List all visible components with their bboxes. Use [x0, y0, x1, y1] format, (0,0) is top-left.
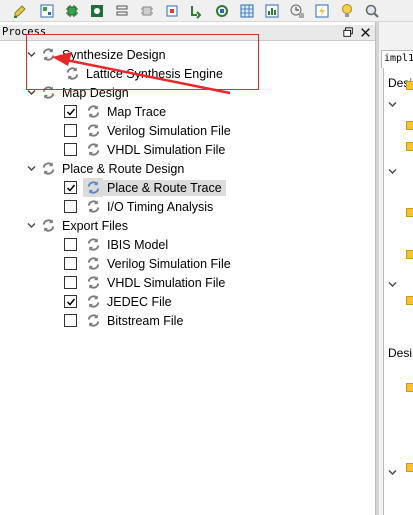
folder-icon [406, 81, 413, 90]
chevron-down-icon[interactable] [24, 159, 38, 178]
folder-icon [406, 383, 413, 392]
tree-item[interactable]: Verilog Simulation File [64, 254, 231, 273]
process-tree: Synthesize Design Lattice Synthesis Engi… [0, 42, 375, 515]
sync-icon [83, 292, 103, 311]
right-panel: impl1 Desig Desi [379, 22, 413, 515]
checkbox-unchecked[interactable] [64, 143, 77, 156]
chevron-down-icon[interactable] [388, 98, 400, 110]
tree-group-label: Place & Route Design [62, 161, 185, 176]
tab-impl1[interactable]: impl1 [381, 50, 413, 68]
folder-icon [406, 142, 413, 151]
checkbox-unchecked[interactable] [64, 314, 77, 327]
tree-item-label: IBIS Model [107, 237, 169, 252]
checkbox-unchecked[interactable] [64, 238, 77, 251]
checkbox-unchecked[interactable] [64, 124, 77, 137]
close-icon[interactable] [359, 26, 372, 39]
sync-icon [83, 121, 103, 140]
sync-icon [83, 273, 103, 292]
section-head: Desi [388, 346, 413, 360]
right-panel-body: Desig Desi [383, 68, 413, 515]
float-window-icon[interactable] [342, 26, 355, 39]
chevron-down-icon[interactable] [24, 216, 38, 235]
cpu-gray-icon[interactable] [137, 1, 157, 20]
tree-item-label: Verilog Simulation File [107, 256, 231, 271]
annotation-box [26, 34, 259, 90]
chevron-down-icon[interactable] [388, 278, 400, 290]
chip-icon[interactable] [62, 1, 82, 20]
sync-icon [38, 159, 58, 178]
tree-item[interactable]: Verilog Simulation File [64, 121, 231, 140]
folder-icon [406, 250, 413, 259]
checkbox-unchecked[interactable] [64, 276, 77, 289]
tree-item-label: Place & Route Trace [103, 179, 226, 196]
sync-icon [83, 235, 103, 254]
tree-group-place-route[interactable]: Place & Route Design [24, 159, 184, 178]
tree-item-label: Bitstream File [107, 313, 184, 328]
folder-icon [406, 463, 413, 472]
tree-item[interactable]: Map Trace [64, 102, 166, 121]
tree-group-export[interactable]: Export Files [24, 216, 128, 235]
checkbox-checked[interactable] [64, 105, 77, 118]
checkbox-checked[interactable] [64, 295, 77, 308]
tree-item-label: I/O Timing Analysis [107, 199, 214, 214]
tree-item[interactable]: Bitstream File [64, 311, 183, 330]
chevron-down-icon[interactable] [388, 165, 400, 177]
sync-icon [83, 178, 103, 197]
chevron-down-icon[interactable] [388, 466, 400, 478]
bars-icon[interactable] [262, 1, 282, 20]
sync-icon [83, 197, 103, 216]
folder-icon [406, 208, 413, 217]
tree-group-label: Export Files [62, 218, 128, 233]
module-icon[interactable] [212, 1, 232, 20]
sync-icon [38, 216, 58, 235]
tree-item-label: Map Trace [107, 104, 167, 119]
list-icon[interactable] [112, 1, 132, 20]
inspect-icon[interactable] [87, 1, 107, 20]
bolt-icon[interactable] [312, 1, 332, 20]
chip-blue-icon[interactable] [162, 1, 182, 20]
grid-icon[interactable] [237, 1, 257, 20]
edit-icon[interactable] [10, 1, 30, 20]
tree-item-label: JEDEC File [107, 294, 172, 309]
tree-item[interactable]: VHDL Simulation File [64, 273, 225, 292]
sync-icon [83, 311, 103, 330]
folder-icon [406, 121, 413, 130]
checkbox-unchecked[interactable] [64, 257, 77, 270]
tree-item-label: VHDL Simulation File [107, 275, 226, 290]
zoom-icon[interactable] [362, 1, 382, 20]
tree-item-label: Verilog Simulation File [107, 123, 231, 138]
folder-icon [406, 296, 413, 305]
tree-item-selected[interactable]: Place & Route Trace [64, 178, 226, 197]
clock-chip-icon[interactable] [287, 1, 307, 20]
tree-item[interactable]: I/O Timing Analysis [64, 197, 213, 216]
sync-icon [83, 140, 103, 159]
bulb-icon[interactable] [337, 1, 357, 20]
routing-icon[interactable] [187, 1, 207, 20]
tree-item-label: VHDL Simulation File [107, 142, 226, 157]
checkbox-checked[interactable] [64, 181, 77, 194]
layout-icon[interactable] [37, 1, 57, 20]
sync-icon [83, 102, 103, 121]
checkbox-unchecked[interactable] [64, 200, 77, 213]
toolbar [0, 0, 413, 22]
sync-icon [83, 254, 103, 273]
tree-item[interactable]: JEDEC File [64, 292, 172, 311]
tree-item[interactable]: IBIS Model [64, 235, 168, 254]
tree-item[interactable]: VHDL Simulation File [64, 140, 225, 159]
